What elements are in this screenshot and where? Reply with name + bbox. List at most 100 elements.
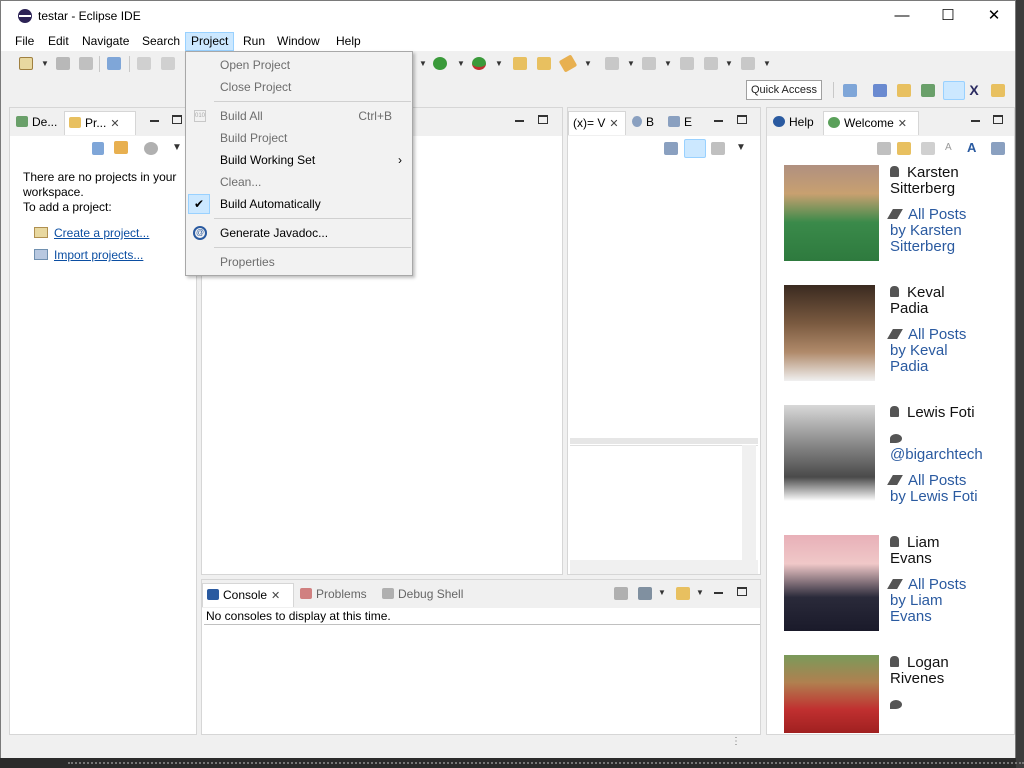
tab-console[interactable]: Console ✕ bbox=[202, 583, 294, 607]
tab-expressions[interactable]: E bbox=[664, 111, 696, 135]
menu-item-build-automatically[interactable]: ✔ Build Automatically bbox=[186, 193, 412, 215]
menu-file[interactable]: File bbox=[10, 32, 39, 51]
status-bar-handle[interactable]: ⋮ bbox=[731, 737, 741, 747]
previous-annotation-dropdown-icon[interactable]: ▼ bbox=[664, 59, 672, 68]
menu-item-open-project[interactable]: Open Project bbox=[186, 54, 412, 76]
minimize-view-icon[interactable] bbox=[971, 120, 980, 122]
tab-project-explorer[interactable]: Pr... ✕ bbox=[64, 111, 136, 135]
close-button[interactable]: ✕ bbox=[971, 1, 1017, 31]
author-twitter-link[interactable]: @bigarchtech bbox=[890, 431, 983, 463]
back-dropdown-icon[interactable]: ▼ bbox=[725, 59, 733, 68]
close-tab-icon[interactable]: ✕ bbox=[271, 590, 280, 602]
back-icon[interactable] bbox=[704, 57, 718, 70]
java-perspective-icon[interactable] bbox=[991, 84, 1005, 97]
open-task-icon[interactable] bbox=[537, 57, 551, 70]
posts-line[interactable]: All Posts bbox=[908, 326, 966, 343]
display-console-icon[interactable] bbox=[638, 587, 652, 600]
filters-icon[interactable] bbox=[144, 142, 158, 155]
forward-icon[interactable] bbox=[741, 57, 755, 70]
search-dropdown-icon[interactable]: ▼ bbox=[584, 59, 592, 68]
menu-navigate[interactable]: Navigate bbox=[77, 32, 134, 51]
maximize-editor-icon[interactable] bbox=[538, 115, 548, 124]
detail-pane[interactable] bbox=[570, 445, 758, 561]
previous-annotation-icon[interactable] bbox=[642, 57, 656, 70]
show-logical-structure-icon[interactable] bbox=[684, 139, 706, 158]
tab-breakpoints[interactable]: B bbox=[628, 111, 658, 135]
collapse-all-icon[interactable] bbox=[92, 142, 104, 155]
next-annotation-icon[interactable] bbox=[605, 57, 619, 70]
last-edit-location-icon[interactable] bbox=[680, 57, 694, 70]
tab-debug[interactable]: De... bbox=[12, 111, 61, 135]
open-console-dropdown-icon[interactable]: ▼ bbox=[696, 588, 704, 597]
skip-breakpoints-icon[interactable] bbox=[107, 57, 121, 70]
maximize-view-icon[interactable] bbox=[737, 587, 747, 596]
author-posts-link[interactable]: All Posts by Lewis Foti bbox=[887, 472, 978, 505]
tab-welcome[interactable]: Welcome ✕ bbox=[823, 111, 919, 135]
minimize-view-icon[interactable] bbox=[150, 120, 159, 122]
menu-project[interactable]: Project bbox=[185, 32, 235, 51]
menu-window[interactable]: Window bbox=[272, 32, 325, 51]
posts-line[interactable]: Evans bbox=[890, 608, 932, 625]
maximize-button[interactable]: ☐ bbox=[925, 1, 971, 31]
next-annotation-dropdown-icon[interactable]: ▼ bbox=[627, 59, 635, 68]
link-with-editor-icon[interactable] bbox=[114, 141, 128, 154]
menu-help[interactable]: Help bbox=[331, 32, 366, 51]
maximize-view-icon[interactable] bbox=[993, 115, 1003, 124]
suspend-icon[interactable] bbox=[161, 57, 175, 70]
import-projects-link[interactable]: Import projects... bbox=[34, 248, 143, 262]
author-posts-link[interactable]: All Posts by Karsten Sitterberg bbox=[887, 206, 966, 255]
posts-line[interactable]: Padia bbox=[890, 358, 928, 375]
posts-line[interactable]: All Posts bbox=[908, 206, 966, 223]
new-icon[interactable] bbox=[19, 57, 33, 70]
posts-line[interactable]: by Keval bbox=[890, 342, 948, 359]
horizontal-scrollbar[interactable] bbox=[570, 560, 758, 574]
external-tools-dropdown-icon[interactable]: ▼ bbox=[495, 59, 503, 68]
posts-line[interactable]: Sitterberg bbox=[890, 238, 955, 255]
xml-perspective-icon[interactable]: X bbox=[967, 83, 981, 97]
pin-console-icon[interactable] bbox=[614, 587, 628, 600]
external-tools-icon[interactable] bbox=[472, 57, 486, 70]
save-icon[interactable] bbox=[56, 57, 70, 70]
minimize-button[interactable]: — bbox=[879, 1, 925, 31]
quick-access-field[interactable]: Quick Access bbox=[746, 80, 822, 100]
minimize-view-icon[interactable] bbox=[714, 592, 723, 594]
display-console-dropdown-icon[interactable]: ▼ bbox=[658, 588, 666, 597]
twitter-handle[interactable]: @bigarchtech bbox=[890, 446, 983, 463]
menu-run[interactable]: Run bbox=[238, 32, 270, 51]
open-console-icon[interactable] bbox=[676, 587, 690, 600]
collapse-all-icon[interactable] bbox=[711, 142, 725, 155]
tab-help[interactable]: Help bbox=[769, 111, 818, 135]
java-ee-perspective-icon[interactable] bbox=[873, 84, 887, 97]
tab-problems[interactable]: Problems bbox=[296, 583, 371, 607]
open-perspective-icon[interactable] bbox=[843, 84, 857, 97]
author-twitter-link[interactable] bbox=[890, 697, 902, 713]
run-icon[interactable] bbox=[433, 57, 447, 70]
forward-dropdown-icon[interactable]: ▼ bbox=[763, 59, 771, 68]
minimize-view-icon[interactable] bbox=[714, 120, 723, 122]
run-dropdown-icon[interactable]: ▼ bbox=[457, 59, 465, 68]
maximize-view-icon[interactable] bbox=[737, 115, 747, 124]
view-menu-icon[interactable]: ▼ bbox=[736, 142, 746, 153]
resource-perspective-icon[interactable] bbox=[897, 84, 911, 97]
posts-line[interactable]: All Posts bbox=[908, 576, 966, 593]
new-dropdown-icon[interactable]: ▼ bbox=[41, 59, 49, 68]
debug-perspective-icon[interactable] bbox=[943, 81, 965, 100]
menu-item-generate-javadoc[interactable]: @ Generate Javadoc... bbox=[186, 222, 412, 244]
posts-line[interactable]: by Lewis Foti bbox=[890, 488, 978, 505]
posts-line[interactable]: All Posts bbox=[908, 472, 966, 489]
posts-line[interactable]: by Karsten bbox=[890, 222, 962, 239]
maximize-view-icon[interactable] bbox=[172, 115, 182, 124]
vertical-scrollbar[interactable] bbox=[742, 445, 756, 561]
sash[interactable] bbox=[570, 438, 758, 444]
create-project-label[interactable]: Create a project... bbox=[54, 226, 149, 240]
create-project-link[interactable]: Create a project... bbox=[34, 226, 149, 240]
resume-icon[interactable] bbox=[137, 57, 151, 70]
close-tab-icon[interactable]: ✕ bbox=[609, 118, 618, 130]
save-all-icon[interactable] bbox=[79, 57, 93, 70]
import-projects-label[interactable]: Import projects... bbox=[54, 248, 143, 262]
menu-item-build-all[interactable]: 010 Build All Ctrl+B bbox=[186, 105, 412, 127]
menu-item-close-project[interactable]: Close Project bbox=[186, 76, 412, 98]
menu-edit[interactable]: Edit bbox=[43, 32, 74, 51]
close-tab-icon[interactable]: ✕ bbox=[110, 118, 119, 130]
menu-item-clean[interactable]: Clean... bbox=[186, 171, 412, 193]
